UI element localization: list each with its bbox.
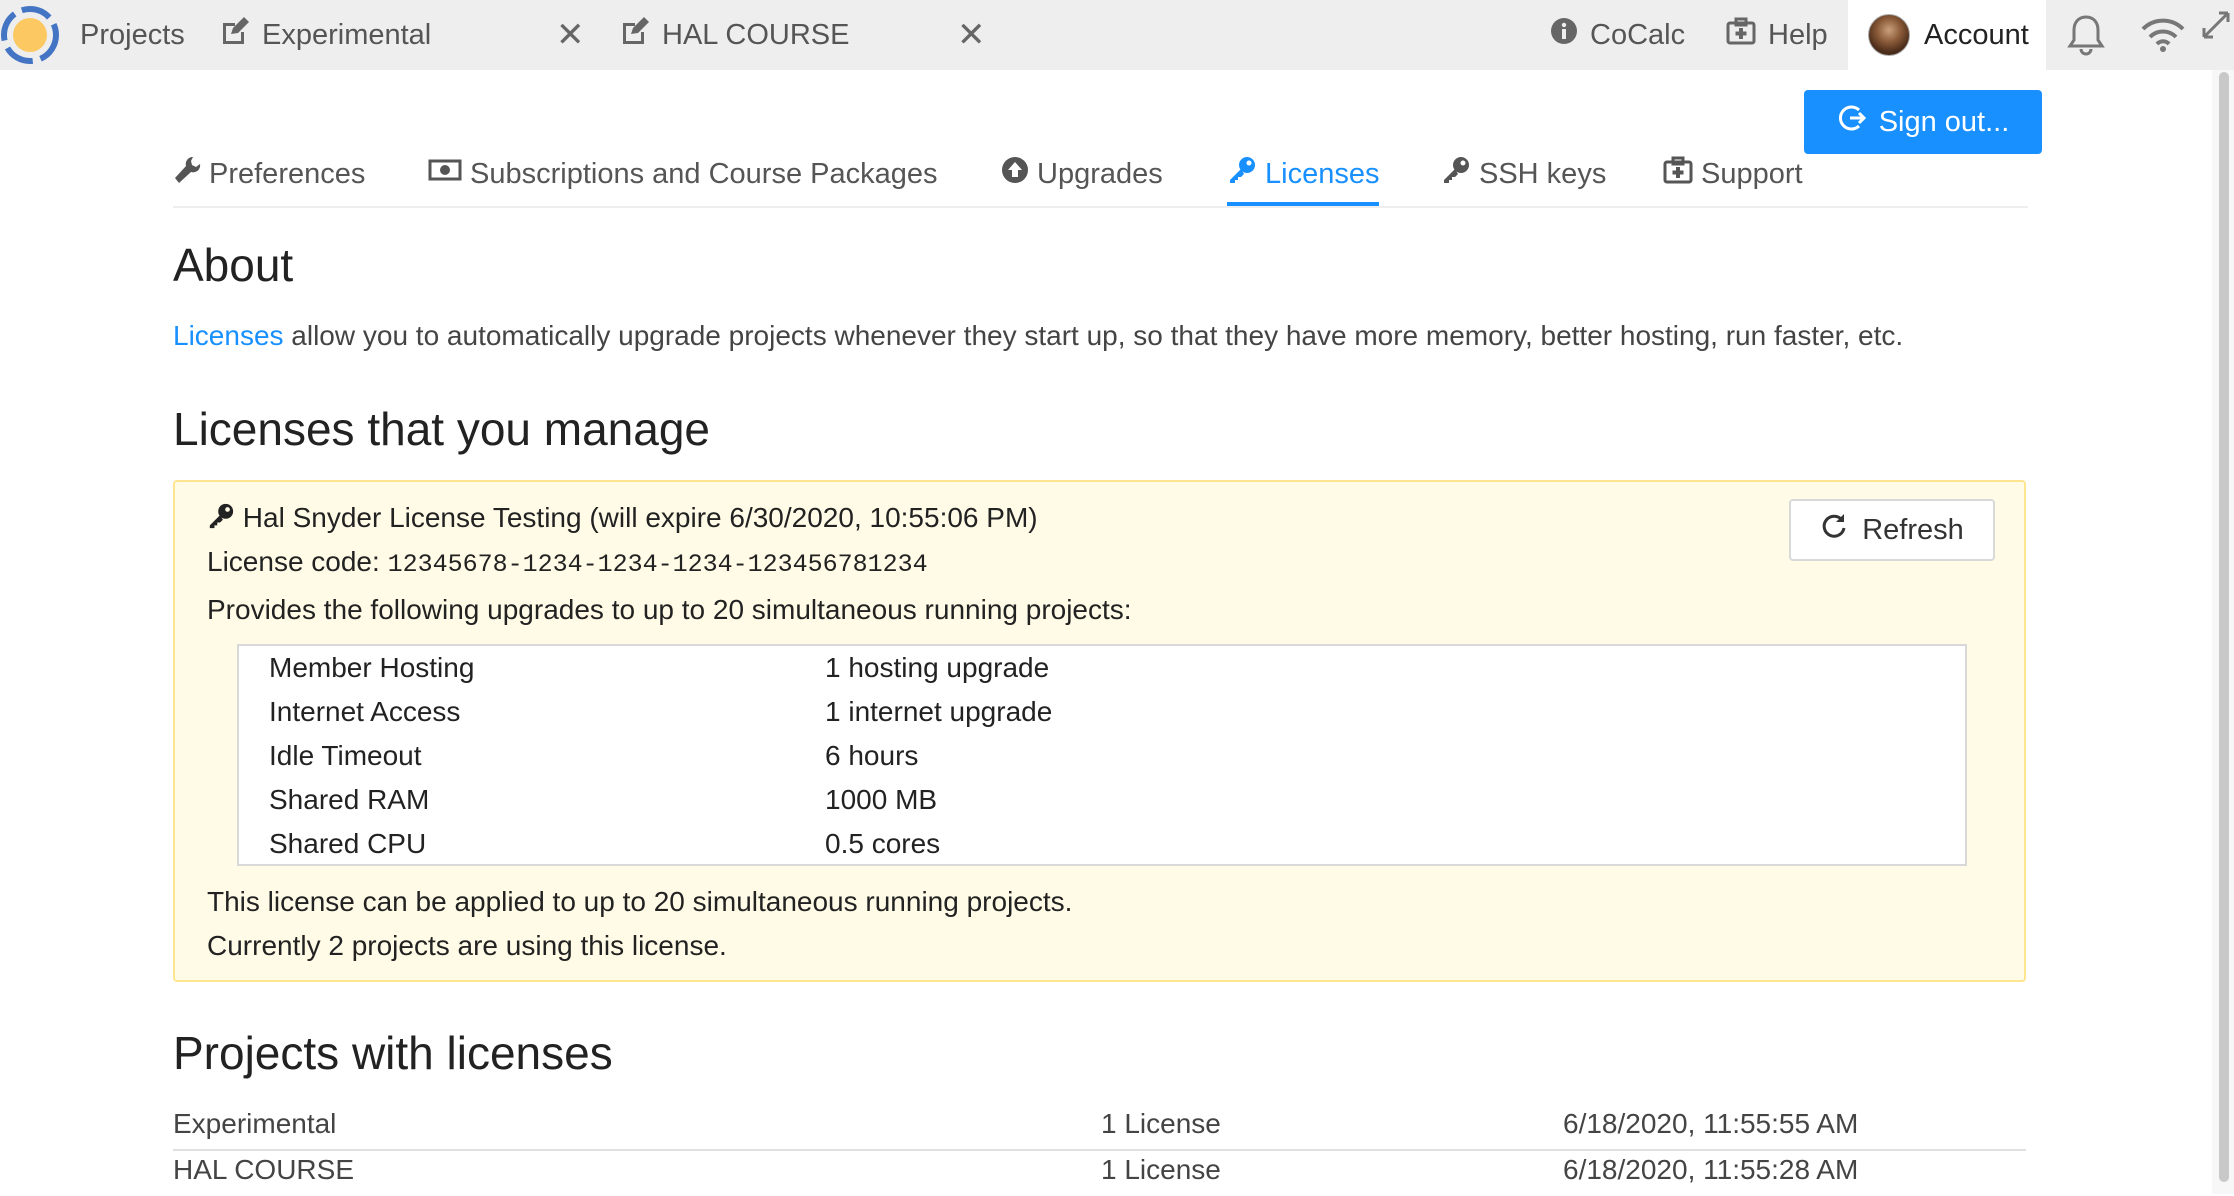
logout-icon xyxy=(1837,103,1879,141)
upgrade-value: 1 hosting upgrade xyxy=(825,652,1050,683)
cocalc-logo-icon[interactable] xyxy=(0,4,62,66)
project-tab-label: HAL COURSE xyxy=(662,18,850,51)
avatar xyxy=(1868,14,1910,56)
refresh-button[interactable]: Refresh xyxy=(1789,499,1995,561)
cocalc-nav-button[interactable]: CoCalc xyxy=(1550,0,1685,70)
license-code[interactable]: 12345678-1234-1234-1234-123456781234 xyxy=(388,550,928,579)
account-settings-tabs: Preferences Subscriptions and Course Pac… xyxy=(173,144,2028,208)
table-row: Idle Timeout 6 hours xyxy=(239,738,1965,782)
upgrade-value: 6 hours xyxy=(825,740,919,771)
project-name: HAL COURSE xyxy=(173,1154,355,1185)
edit-icon xyxy=(620,17,662,53)
project-tab-experimental[interactable]: Experimental xyxy=(220,0,431,70)
tab-preferences[interactable]: Preferences xyxy=(173,144,365,204)
table-row: Internet Access 1 internet upgrade xyxy=(239,694,1965,738)
license-card: Hal Snyder License Testing (will expire … xyxy=(173,480,2026,982)
upgrade-value: 0.5 cores xyxy=(825,828,941,859)
license-applied-text: This license can be applied to up to 20 … xyxy=(207,886,1073,917)
manage-heading: Licenses that you manage xyxy=(173,403,711,455)
account-tab[interactable]: Account xyxy=(1848,0,2046,70)
medkit-icon xyxy=(1726,17,1768,53)
redo-icon xyxy=(1820,512,1862,548)
key-icon xyxy=(1227,155,1265,193)
upgrade-name: Internet Access xyxy=(269,696,461,727)
cocalc-label: CoCalc xyxy=(1590,18,1686,51)
info-circle-icon xyxy=(1550,17,1590,53)
help-label: Help xyxy=(1768,18,1828,51)
edit-icon xyxy=(220,17,262,53)
fullscreen-expand-icon[interactable] xyxy=(2200,0,2232,60)
project-name: Experimental xyxy=(173,1108,337,1139)
upgrade-name: Idle Timeout xyxy=(269,740,422,771)
tab-label: Licenses xyxy=(1265,157,1380,190)
table-row[interactable]: HAL COURSE 1 License 6/18/2020, 11:55:28… xyxy=(173,1150,2026,1196)
about-paragraph: Licenses allow you to automatically upgr… xyxy=(173,320,1903,352)
bell-icon[interactable] xyxy=(2066,0,2106,70)
close-icon[interactable]: ✕ xyxy=(556,0,585,70)
project-license-count: 1 License xyxy=(1101,1154,1221,1185)
arrow-circle-up-icon xyxy=(1001,156,1037,192)
license-usage-text: Currently 2 projects are using this lice… xyxy=(207,930,727,961)
table-row: Shared CPU 0.5 cores xyxy=(239,826,1965,870)
tab-label: Upgrades xyxy=(1037,157,1163,190)
key-icon xyxy=(207,502,243,533)
upgrade-name: Member Hosting xyxy=(269,652,475,683)
tab-label: Subscriptions and Course Packages xyxy=(470,157,938,190)
upgrade-name: Shared RAM xyxy=(269,784,430,815)
tab-label: SSH keys xyxy=(1479,157,1607,190)
tab-label: Preferences xyxy=(209,157,366,190)
medkit-icon xyxy=(1663,156,1701,192)
table-row[interactable]: Experimental 1 License 6/18/2020, 11:55:… xyxy=(173,1104,2026,1150)
refresh-label: Refresh xyxy=(1862,513,1964,546)
tab-ssh-keys[interactable]: SSH keys xyxy=(1441,144,1606,204)
projects-nav-button[interactable]: Projects xyxy=(80,0,185,70)
licenses-link[interactable]: Licenses xyxy=(173,320,284,351)
upgrade-value: 1000 MB xyxy=(825,784,938,815)
tab-subscriptions[interactable]: Subscriptions and Course Packages xyxy=(428,144,937,204)
license-title-line: Hal Snyder License Testing (will expire … xyxy=(207,502,1038,534)
upgrade-value: 1 internet upgrade xyxy=(825,696,1053,727)
top-navigation-bar: Projects Experimental ✕ HAL COURSE ✕ CoC… xyxy=(0,0,2234,70)
table-row: Shared RAM 1000 MB xyxy=(239,782,1965,826)
table-row: Member Hosting 1 hosting upgrade xyxy=(239,650,1965,694)
upgrade-name: Shared CPU xyxy=(269,828,427,859)
license-code-line: License code: 12345678-1234-1234-1234-12… xyxy=(207,546,928,579)
tab-label: Support xyxy=(1701,157,1803,190)
tab-upgrades[interactable]: Upgrades xyxy=(1001,144,1163,204)
wrench-icon xyxy=(173,155,209,193)
help-nav-button[interactable]: Help xyxy=(1726,0,1828,70)
project-date: 6/18/2020, 11:55:28 AM xyxy=(1563,1154,1859,1185)
license-provides-text: Provides the following upgrades to up to… xyxy=(207,594,1132,625)
project-tab-hal-course[interactable]: HAL COURSE xyxy=(620,0,849,70)
sign-out-label: Sign out... xyxy=(1878,105,2010,138)
key-icon xyxy=(1441,155,1479,193)
about-heading: About xyxy=(173,239,294,291)
project-tab-label: Experimental xyxy=(262,18,432,51)
scrollbar-thumb[interactable] xyxy=(2219,72,2229,1182)
projects-label: Projects xyxy=(80,18,185,51)
tab-licenses[interactable]: Licenses xyxy=(1227,144,1380,206)
project-license-count: 1 License xyxy=(1101,1108,1221,1139)
project-date: 6/18/2020, 11:55:55 AM xyxy=(1563,1108,1859,1139)
account-label: Account xyxy=(1924,18,2029,51)
close-icon[interactable]: ✕ xyxy=(957,0,986,70)
tab-support[interactable]: Support xyxy=(1663,144,1803,204)
upgrades-table: Member Hosting 1 hosting upgrade Interne… xyxy=(237,644,1967,866)
money-icon xyxy=(428,157,470,191)
license-code-label: License code: xyxy=(207,546,388,577)
license-title: Hal Snyder License Testing (will expire … xyxy=(242,502,1038,533)
wifi-icon[interactable] xyxy=(2140,0,2186,70)
projects-heading: Projects with licenses xyxy=(173,1027,613,1079)
about-text: allow you to automatically upgrade proje… xyxy=(283,320,1904,351)
